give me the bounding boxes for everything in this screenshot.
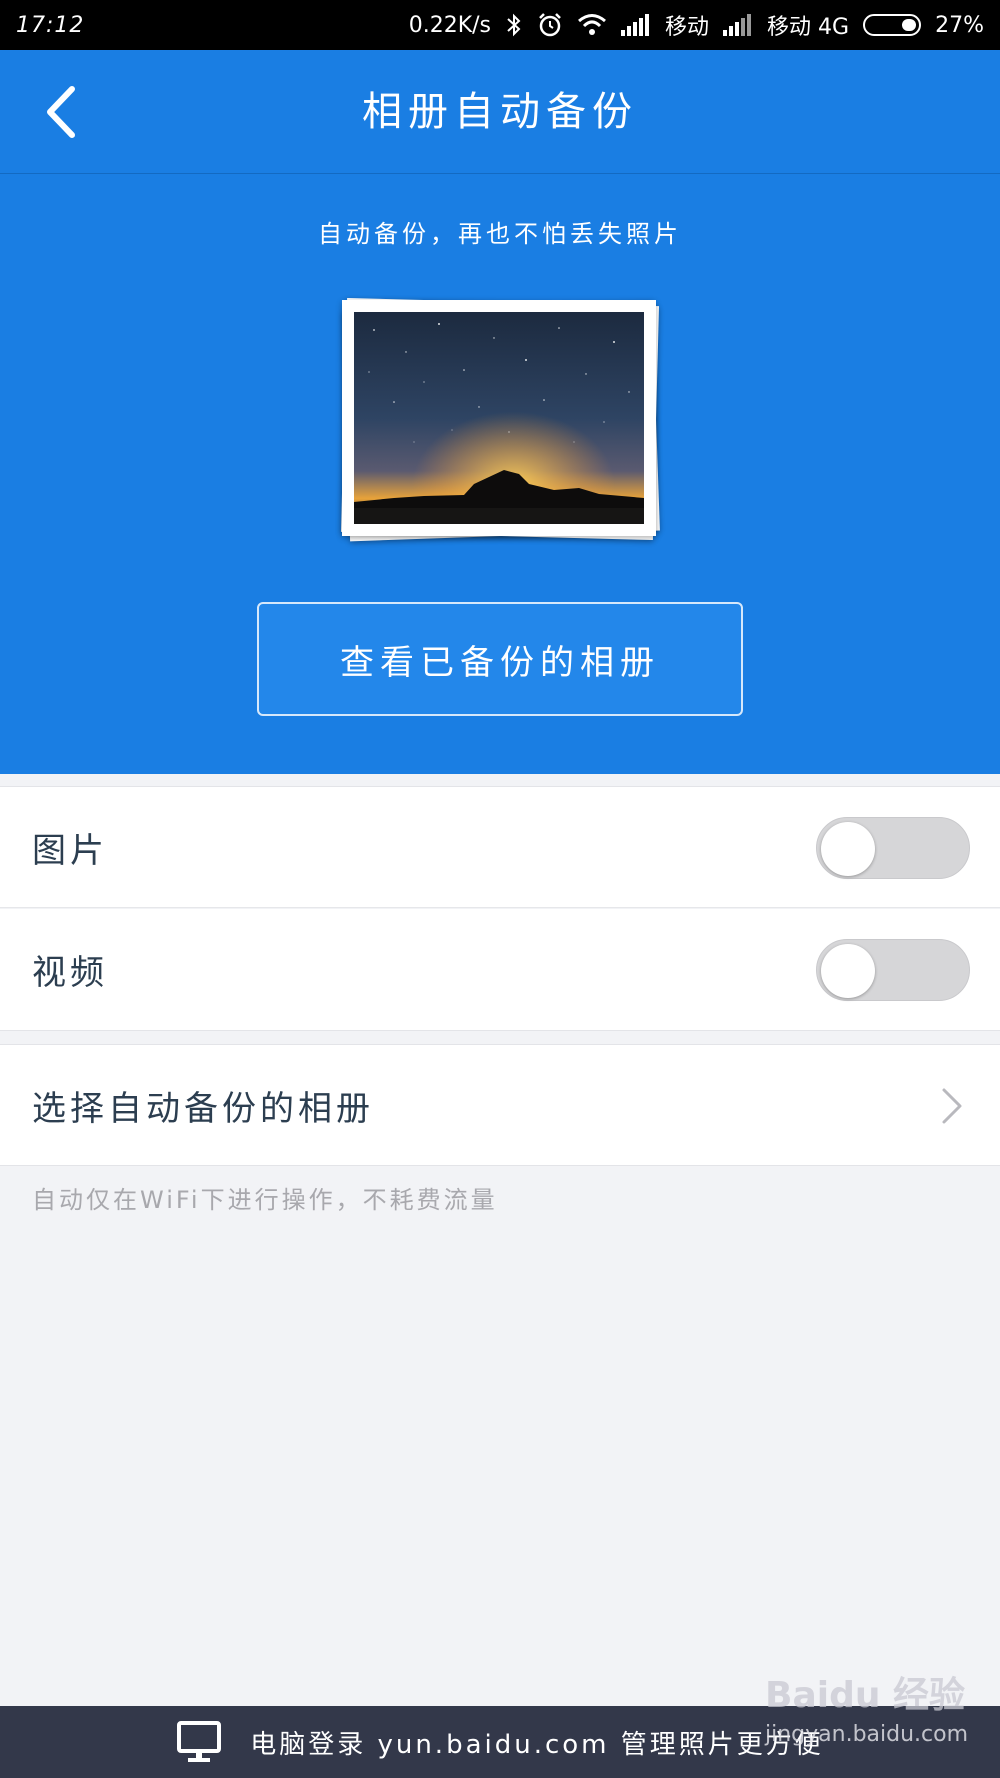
photos-label: 图片 <box>32 830 108 871</box>
network-speed: 0.22K/s <box>408 12 492 38</box>
watermark-brand: Baidu 经验 <box>765 1675 966 1716</box>
starry-sky-image <box>354 312 644 524</box>
battery-level: 27% <box>935 12 984 38</box>
select-album-row[interactable]: 选择自动备份的相册 <box>0 1044 1000 1166</box>
settings-row-photos: 图片 <box>0 786 1000 908</box>
battery-icon <box>863 14 922 36</box>
select-album-label: 选择自动备份的相册 <box>32 1088 374 1129</box>
pc-login-text: 电脑登录 yun.baidu.com 管理照片更方便 <box>250 1729 824 1760</box>
settings-row-videos: 视频 <box>0 909 1000 1031</box>
bluetooth-icon <box>505 13 523 37</box>
chevron-right-icon <box>942 1088 962 1124</box>
carrier-2: 移动 4G <box>767 15 850 40</box>
page-title: 相册自动备份 <box>362 89 638 135</box>
wifi-icon <box>577 13 607 37</box>
carrier-1: 移动 <box>665 15 710 40</box>
alarm-icon <box>537 12 563 38</box>
photos-backup-toggle[interactable] <box>816 817 970 879</box>
wifi-only-note: 自动仅在WiFi下进行操作，不耗费流量 <box>32 1186 498 1214</box>
signal-icon <box>621 14 651 36</box>
status-bar: 17:12 0.22K/s 移动 移动 4G 27% <box>0 0 1000 50</box>
app-header: 相册自动备份 <box>0 50 1000 174</box>
monitor-icon <box>177 1721 222 1762</box>
videos-backup-toggle[interactable] <box>816 939 970 1001</box>
baidu-jingyan-watermark: Baidu 经验 jingyan.baidu.com <box>765 1666 985 1776</box>
toggle-knob <box>821 944 875 998</box>
view-backed-up-albums-button[interactable]: 查看已备份的相册 <box>257 602 743 716</box>
watermark-url: jingyan.baidu.com <box>765 1722 969 1747</box>
photo-stack-illustration <box>340 296 660 546</box>
photo-card-front <box>342 300 656 536</box>
status-right: 0.22K/s 移动 移动 4G 27% <box>409 9 984 41</box>
signal-icon-2 <box>723 14 753 36</box>
toggle-knob <box>821 822 875 876</box>
hero-banner: 自动备份，再也不怕丢失照片 查看已备份的相册 <box>0 174 1000 774</box>
status-time: 17:12 <box>16 12 85 38</box>
hero-subtitle: 自动备份，再也不怕丢失照片 <box>318 220 682 248</box>
videos-label: 视频 <box>32 953 108 993</box>
